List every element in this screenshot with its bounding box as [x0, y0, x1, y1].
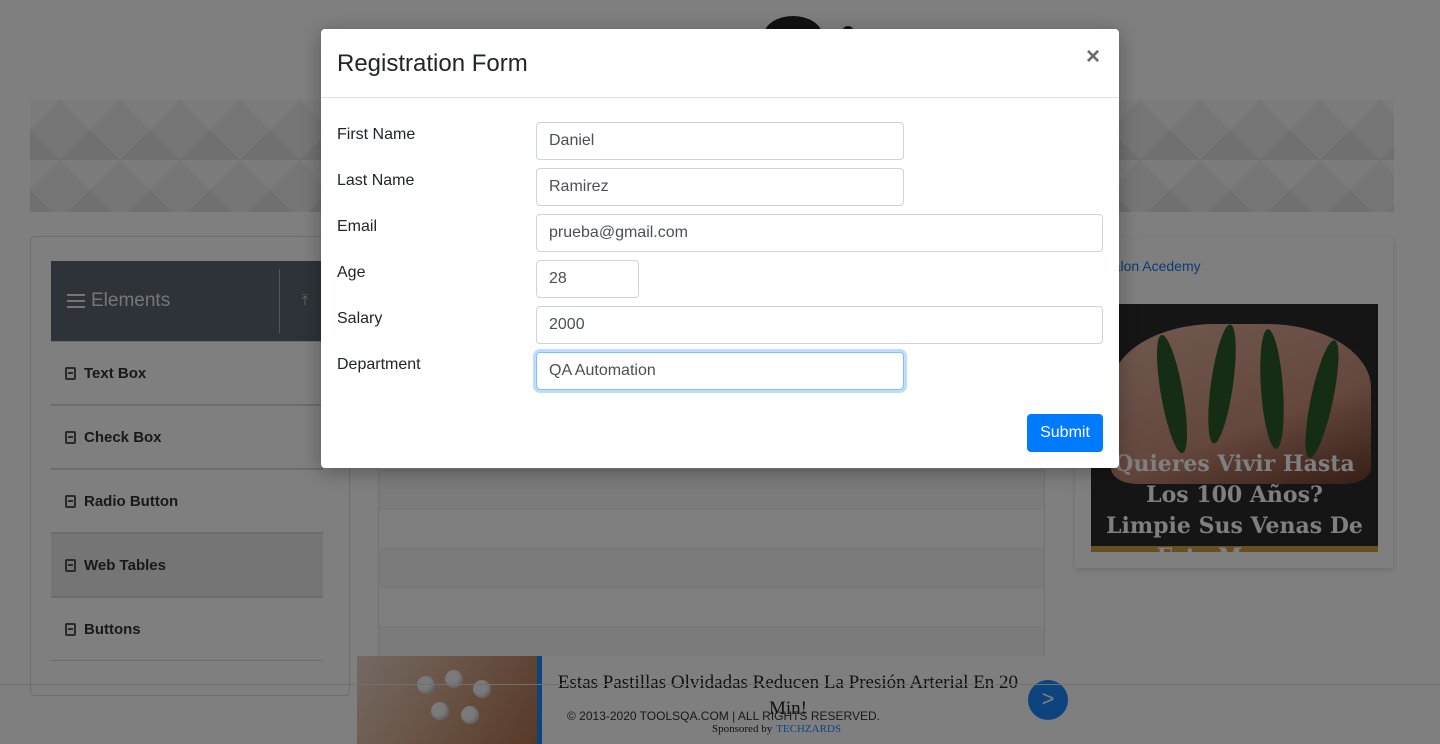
salary-label: Salary: [337, 310, 383, 327]
age-label: Age: [337, 264, 366, 281]
registration-form-modal: Registration Form × First Name Last Name…: [321, 29, 1119, 468]
department-input[interactable]: [536, 352, 904, 390]
last-name-input[interactable]: [536, 168, 904, 206]
email-input[interactable]: [536, 214, 1103, 252]
close-button[interactable]: ×: [1083, 45, 1103, 69]
submit-button[interactable]: Submit: [1027, 414, 1103, 452]
last-name-label: Last Name: [337, 172, 415, 189]
first-name-input[interactable]: [536, 122, 904, 160]
email-label: Email: [337, 218, 378, 235]
modal-header: Registration Form ×: [321, 29, 1119, 98]
age-input[interactable]: [536, 260, 639, 298]
salary-input[interactable]: [536, 306, 1103, 344]
first-name-label: First Name: [337, 126, 416, 143]
modal-title: Registration Form: [337, 50, 528, 77]
department-label: Department: [337, 356, 421, 373]
